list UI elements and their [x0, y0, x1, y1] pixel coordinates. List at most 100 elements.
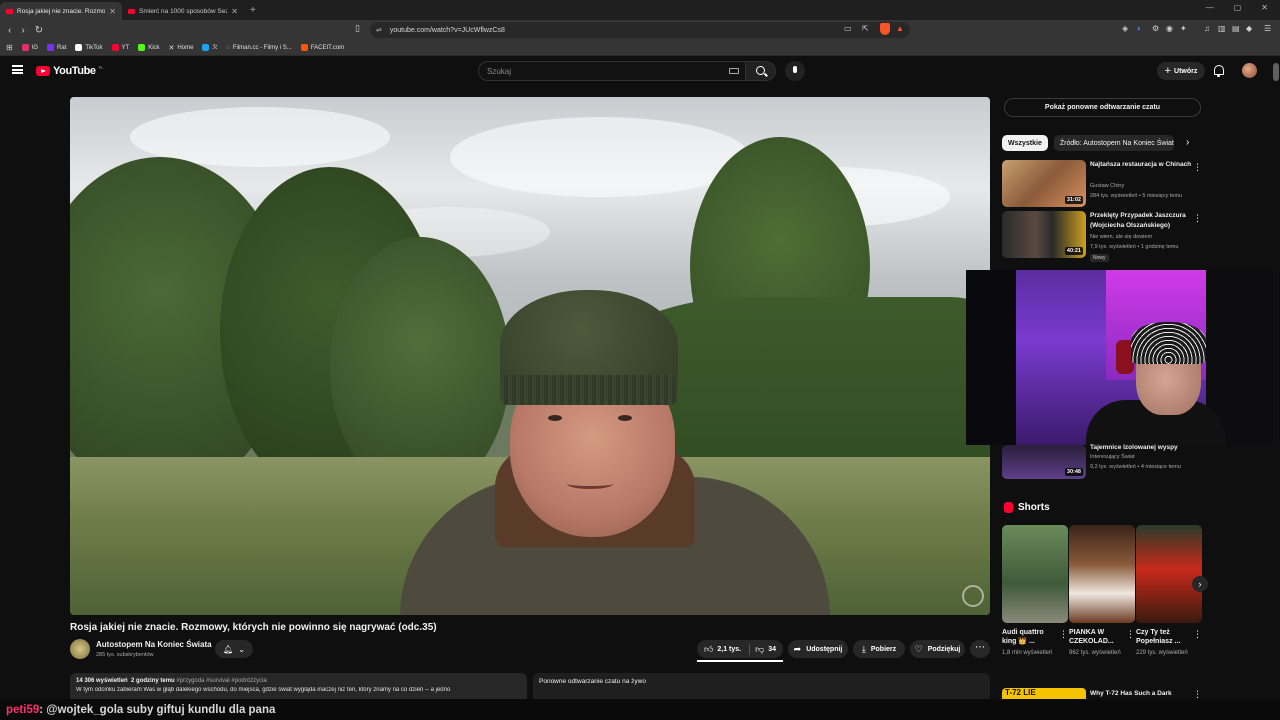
- rec-menu-icon[interactable]: ⋮: [1193, 162, 1202, 173]
- channel-name[interactable]: Autostopem Na Koniec Świata: [96, 640, 212, 649]
- channel-avatar[interactable]: [70, 639, 90, 659]
- back-icon[interactable]: ‹: [8, 25, 11, 36]
- page-scrollbar[interactable]: [1273, 57, 1279, 720]
- short-item[interactable]: Audi quattro king 👑 ... 1,8 mln wyświetl…: [1002, 525, 1068, 657]
- chip-all[interactable]: Wszystkie: [1002, 135, 1048, 151]
- short-menu-icon[interactable]: ⋮: [1059, 629, 1068, 640]
- more-actions-icon[interactable]: ⋯: [970, 640, 990, 658]
- thanks-heart-icon: ♡: [914, 643, 923, 654]
- filter-chips: Wszystkie Źródło: Autostopem Na Koniec Ś…: [1002, 135, 1174, 151]
- extension-icon[interactable]: ◈: [1122, 24, 1128, 33]
- youtube-play-icon: [36, 66, 50, 76]
- short-thumbnail: [1002, 525, 1068, 623]
- apps-grid-icon[interactable]: ⊞: [6, 43, 13, 52]
- brave-shields-icon[interactable]: [880, 23, 890, 35]
- bookmark-yt[interactable]: YT: [111, 44, 129, 51]
- youtube-logo[interactable]: YouTube PL: [36, 65, 104, 77]
- extension-icon[interactable]: ⚙: [1152, 24, 1159, 33]
- site-info-icon[interactable]: ⇌: [376, 26, 382, 34]
- rec-title: Przeklęty Przypadek Jaszczura (Wojciecha…: [1090, 212, 1186, 229]
- bookmark-filman[interactable]: ◌ Filman.cc - Filmy i S...: [226, 45, 292, 51]
- bookmarks-bar: ⊞ IG Rat TikTok YT Kick ✕ Home ℛ ◌ Filman.…: [0, 40, 1280, 56]
- bandana-pattern: [1131, 322, 1206, 364]
- share-arrow-icon: ➦: [793, 643, 802, 654]
- hashtags[interactable]: #przygoda #survival #podróżżycia: [176, 678, 266, 684]
- chips-next-icon[interactable]: ›: [1186, 137, 1189, 148]
- search-input[interactable]: Szukaj: [478, 61, 746, 81]
- youtube-favicon-icon: [128, 8, 135, 14]
- bookmark-tiktok[interactable]: TikTok: [75, 44, 103, 51]
- subscribed-notifications-button[interactable]: 🔔︎ ⌄: [215, 640, 253, 658]
- show-chat-replay-button[interactable]: Pokaż ponowne odtwarzanie czatu: [1004, 98, 1201, 117]
- media-icon[interactable]: ♫: [1204, 24, 1210, 33]
- forward-icon[interactable]: ›: [21, 25, 24, 36]
- account-avatar[interactable]: [1242, 63, 1257, 78]
- tab-inactive[interactable]: Śmierć na 1000 sposobów Sezon 4 O ✕: [122, 2, 244, 20]
- close-tab-icon[interactable]: ✕: [231, 7, 238, 16]
- nav-buttons: ‹ › ↻: [0, 25, 70, 36]
- guide-menu-icon[interactable]: [12, 65, 23, 74]
- recommendation-item[interactable]: 40:21 Przeklęty Przypadek Jaszczura (Woj…: [1002, 211, 1202, 267]
- create-button[interactable]: + Utwórz: [1157, 62, 1205, 80]
- short-thumbnail: [1069, 525, 1135, 623]
- minimize-icon[interactable]: —: [1206, 3, 1214, 12]
- bookmark-ig[interactable]: IG: [21, 44, 38, 51]
- search-button[interactable]: [746, 61, 776, 81]
- channel-watermark-icon[interactable]: [962, 585, 984, 607]
- reload-icon[interactable]: ↻: [35, 25, 43, 36]
- notifications-bell-icon[interactable]: [1214, 65, 1224, 77]
- bookmark-kick[interactable]: Kick: [138, 44, 160, 51]
- share-icon[interactable]: ⇱: [862, 24, 869, 33]
- close-tab-icon[interactable]: ✕: [109, 7, 116, 16]
- like-button[interactable]: 👍︎ 2,1 tys.: [704, 643, 751, 655]
- video-player[interactable]: [70, 97, 990, 615]
- bookmark-blue[interactable]: ℛ: [202, 44, 217, 51]
- voice-search-button[interactable]: [785, 61, 805, 81]
- window-controls: — ▢ ✕: [1206, 3, 1268, 12]
- logo-country: PL: [98, 65, 104, 70]
- thanks-button[interactable]: ♡ Podziękuj: [910, 640, 965, 658]
- like-dislike-group: 👍︎ 2,1 tys. 👎︎ 34: [697, 640, 783, 658]
- shorts-next-icon[interactable]: ›: [1192, 576, 1208, 592]
- rec-menu-icon[interactable]: ⋮: [1193, 213, 1202, 224]
- bookmark-rat[interactable]: Rat: [47, 44, 66, 51]
- share-button[interactable]: ➦ Udostępnij: [788, 640, 848, 658]
- short-title: PIANKA W CZEKOLAD...: [1069, 629, 1114, 646]
- description-text: W tym odcinku zabieram Was w głąb daleki…: [76, 687, 451, 693]
- dislike-button[interactable]: 👎︎ 34: [755, 644, 776, 655]
- vpn-icon[interactable]: ◆: [1246, 24, 1252, 33]
- recommendation-item[interactable]: 30:48 Tajemnice Izolowanej wyspy Interes…: [1002, 432, 1202, 480]
- tab-title: Śmierć na 1000 sposobów Sezon 4 O: [139, 7, 227, 15]
- extensions-puzzle-icon[interactable]: ✦: [1180, 24, 1187, 33]
- maximize-icon[interactable]: ▢: [1234, 3, 1242, 12]
- download-button[interactable]: ⤓ Pobierz: [853, 640, 905, 658]
- close-window-icon[interactable]: ✕: [1261, 3, 1268, 12]
- bookmark-page-icon[interactable]: ▯: [355, 23, 360, 34]
- short-menu-icon[interactable]: ⋮: [1193, 629, 1202, 640]
- rec-thumbnail: 31:02: [1002, 160, 1086, 207]
- tiktok-icon: [75, 44, 83, 51]
- install-app-icon[interactable]: ▭: [844, 24, 852, 33]
- new-tab-icon[interactable]: +: [250, 2, 256, 20]
- recommendation-item[interactable]: 31:02 Najtańsza restauracja w Chinach Gu…: [1002, 160, 1202, 208]
- bookmark-faceit[interactable]: FACEIT.com: [300, 44, 344, 51]
- browser-tabbar: Rosja jakiej nie znacie. Rozmo ✕ Śmierć …: [0, 0, 1280, 20]
- menu-hamburger-icon[interactable]: ☰: [1264, 24, 1271, 33]
- short-item[interactable]: PIANKA W CZEKOLAD... 962 tys. wyświetleń…: [1069, 525, 1135, 657]
- brave-rewards-icon[interactable]: ▲: [896, 24, 904, 33]
- plus-icon: +: [1164, 65, 1172, 77]
- tab-active[interactable]: Rosja jakiej nie znacie. Rozmo ✕: [0, 2, 122, 20]
- chat-username: peti59: [6, 703, 40, 716]
- wallet-icon[interactable]: ▤: [1232, 24, 1240, 33]
- rec-thumbnail: 30:48: [1002, 445, 1086, 479]
- keyboard-icon[interactable]: [729, 68, 739, 74]
- search-icon: [756, 66, 765, 75]
- short-menu-icon[interactable]: ⋮: [1126, 629, 1135, 640]
- url-field[interactable]: ⇌ youtube.com/watch?v=JUcWflwzCs8: [370, 22, 910, 38]
- short-item[interactable]: Czy Ty też Popełniasz ... 229 tys. wyświ…: [1136, 525, 1202, 657]
- bookmark-home[interactable]: ✕ Home: [169, 44, 194, 52]
- extension-icon[interactable]: ◉: [1166, 24, 1173, 33]
- extension-icon[interactable]: ◐: [1137, 24, 1142, 33]
- chip-source[interactable]: Źródło: Autostopem Na Koniec Świata: [1053, 135, 1174, 151]
- sidebar-icon[interactable]: ▥: [1218, 24, 1226, 33]
